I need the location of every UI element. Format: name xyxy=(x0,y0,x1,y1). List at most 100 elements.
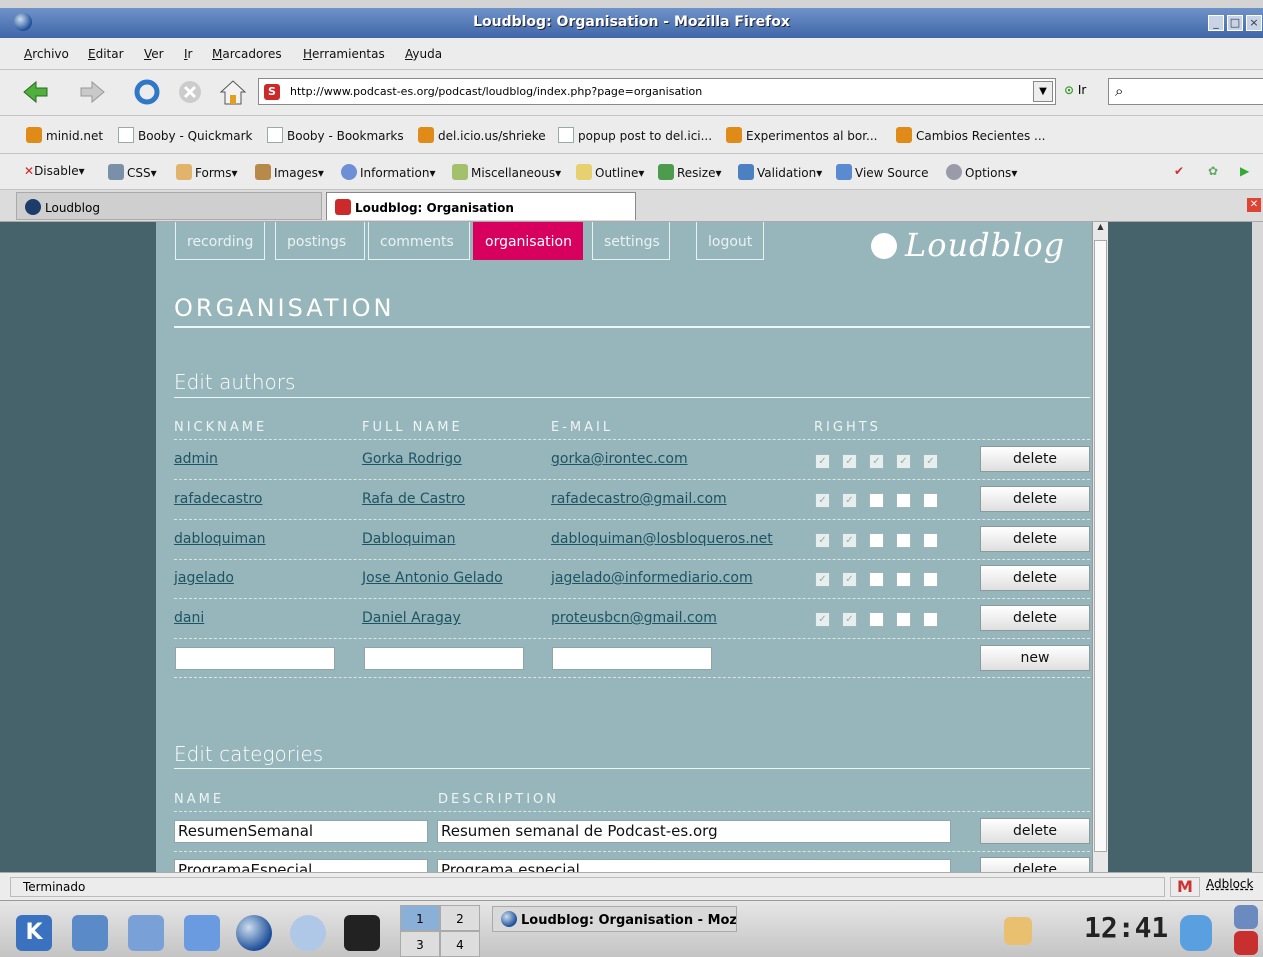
nav-recording[interactable]: recording xyxy=(175,222,265,260)
rights-checkbox[interactable]: ✓ xyxy=(842,493,857,508)
rights-checkbox[interactable] xyxy=(869,612,884,627)
author-email-link[interactable]: gorka@irontec.com xyxy=(551,451,688,467)
author-nick-link[interactable]: dani xyxy=(174,610,204,626)
rights-checkbox[interactable] xyxy=(923,612,938,627)
browser-launcher-icon[interactable] xyxy=(290,915,326,951)
rights-checkbox[interactable]: ✓ xyxy=(842,612,857,627)
url-bar[interactable]: S http://www.podcast-es.org/podcast/loud… xyxy=(258,78,1056,105)
dev-options[interactable]: Options▾ xyxy=(946,164,1017,180)
minimize-button[interactable]: _ xyxy=(1208,15,1224,31)
rights-checkbox[interactable]: ✓ xyxy=(815,612,830,627)
rights-checkbox[interactable]: ✓ xyxy=(815,493,830,508)
rights-checkbox[interactable] xyxy=(923,533,938,548)
close-tab-icon[interactable]: ✕ xyxy=(1247,198,1261,212)
dev-css[interactable]: CSS▾ xyxy=(108,164,157,180)
network-icon[interactable] xyxy=(184,915,220,951)
category-name-input[interactable]: ProgramaEspecial xyxy=(174,859,428,872)
dev-view-source[interactable]: View Source xyxy=(836,164,929,180)
rights-checkbox[interactable]: ✓ xyxy=(815,572,830,587)
nav-postings[interactable]: postings xyxy=(275,222,365,260)
home-icon[interactable] xyxy=(218,78,248,106)
close-window-button[interactable]: × xyxy=(1246,15,1262,31)
url-dropdown-button[interactable]: ▼ xyxy=(1033,81,1053,102)
new-email-input[interactable] xyxy=(552,647,712,670)
bookmark-minid[interactable]: minid.net xyxy=(26,127,103,143)
rights-checkbox[interactable] xyxy=(923,572,938,587)
rights-checkbox[interactable] xyxy=(896,493,911,508)
rights-checkbox[interactable]: ✓ xyxy=(842,533,857,548)
bookmark-popup-post[interactable]: popup post to del.ici... xyxy=(558,127,712,143)
delete-author-button[interactable]: delete xyxy=(980,605,1090,631)
author-email-link[interactable]: rafadecastro@gmail.com xyxy=(551,491,727,507)
forward-icon[interactable] xyxy=(78,78,108,106)
maximize-button[interactable]: □ xyxy=(1227,15,1243,31)
rights-checkbox[interactable] xyxy=(869,493,884,508)
menu-ver[interactable]: Ver xyxy=(144,47,164,61)
menu-ir[interactable]: Ir xyxy=(184,47,192,61)
scroll-thumb[interactable] xyxy=(1094,240,1107,852)
category-name-input[interactable]: ResumenSemanal xyxy=(174,820,428,843)
dev-information[interactable]: Information▾ xyxy=(341,164,436,180)
kde-menu-icon[interactable]: K xyxy=(16,915,52,951)
author-name-link[interactable]: Dabloquiman xyxy=(362,531,455,547)
extension-icon[interactable]: ✿ xyxy=(1208,164,1218,178)
rights-checkbox[interactable]: ✓ xyxy=(896,454,911,469)
author-nick-link[interactable]: admin xyxy=(174,451,218,467)
nav-organisation[interactable]: organisation xyxy=(473,222,583,260)
rights-checkbox[interactable] xyxy=(923,493,938,508)
bookmark-cambios[interactable]: Cambios Recientes ... xyxy=(896,127,1045,143)
logout-icon[interactable] xyxy=(1234,931,1258,955)
play-icon[interactable]: ▶ xyxy=(1240,164,1249,178)
firefox-launcher-icon[interactable] xyxy=(236,915,272,951)
desktop-1[interactable]: 1 xyxy=(400,905,440,931)
menu-herramientas[interactable]: Herramientas xyxy=(303,47,385,61)
rights-checkbox[interactable]: ✓ xyxy=(869,454,884,469)
author-nick-link[interactable]: rafadecastro xyxy=(174,491,262,507)
lock-screen-icon[interactable] xyxy=(1234,905,1258,929)
keyboard-icon[interactable] xyxy=(1004,917,1032,945)
nav-logout[interactable]: logout xyxy=(696,222,764,260)
rights-checkbox[interactable]: ✓ xyxy=(842,454,857,469)
author-nick-link[interactable]: dabloquiman xyxy=(174,531,266,547)
rights-checkbox[interactable] xyxy=(869,533,884,548)
nav-settings[interactable]: settings xyxy=(592,222,670,260)
dev-forms[interactable]: Forms▾ xyxy=(176,164,238,180)
go-button[interactable]: ⊙ Ir xyxy=(1064,83,1086,97)
desktop-3[interactable]: 3 xyxy=(400,931,440,957)
rights-checkbox[interactable]: ✓ xyxy=(923,454,938,469)
category-description-input[interactable]: Resumen semanal de Podcast-es.org xyxy=(437,820,951,843)
dev-resize[interactable]: Resize▾ xyxy=(658,164,721,180)
tab-loudblog[interactable]: Loudblog xyxy=(16,192,322,220)
dev-disable[interactable]: ✕Disable▾ xyxy=(24,164,85,178)
author-name-link[interactable]: Jose Antonio Gelado xyxy=(362,570,503,586)
author-email-link[interactable]: proteusbcn@gmail.com xyxy=(551,610,717,626)
stop-icon[interactable] xyxy=(175,78,205,106)
new-fullname-input[interactable] xyxy=(364,647,524,670)
bookmark-booby-bookmarks[interactable]: Booby - Bookmarks xyxy=(267,127,404,143)
menu-ayuda[interactable]: Ayuda xyxy=(405,47,442,61)
delete-category-button[interactable]: delete xyxy=(980,818,1090,844)
file-manager-icon[interactable] xyxy=(128,915,164,951)
delete-author-button[interactable]: delete xyxy=(980,565,1090,591)
menu-archivo[interactable]: Archivo xyxy=(24,47,69,61)
frame-scrollbar[interactable]: ▲ xyxy=(1092,222,1108,872)
author-email-link[interactable]: jagelado@informediario.com xyxy=(551,570,753,586)
terminal-icon[interactable] xyxy=(344,915,380,951)
bookmark-experimentos[interactable]: Experimentos al bor... xyxy=(726,127,877,143)
reload-icon[interactable] xyxy=(132,78,162,106)
rights-checkbox[interactable] xyxy=(896,533,911,548)
spellcheck-icon[interactable]: ✔ xyxy=(1174,164,1184,178)
new-nickname-input[interactable] xyxy=(175,647,335,670)
trash-icon[interactable] xyxy=(1180,915,1212,951)
dev-miscellaneous[interactable]: Miscellaneous▾ xyxy=(452,164,561,180)
tab-loudblog-organisation[interactable]: Loudblog: Organisation xyxy=(326,192,636,220)
delete-author-button[interactable]: delete xyxy=(980,486,1090,512)
adblock-link[interactable]: Adblock xyxy=(1206,877,1253,891)
rights-checkbox[interactable] xyxy=(896,612,911,627)
rights-checkbox[interactable]: ✓ xyxy=(815,454,830,469)
dev-images[interactable]: Images▾ xyxy=(255,164,324,180)
taskbar-firefox-task[interactable]: Loudblog: Organisation - Mozill xyxy=(492,906,737,932)
author-email-link[interactable]: dabloquiman@losbloqueros.net xyxy=(551,531,773,547)
back-icon[interactable] xyxy=(20,78,50,106)
author-name-link[interactable]: Daniel Aragay xyxy=(362,610,461,626)
